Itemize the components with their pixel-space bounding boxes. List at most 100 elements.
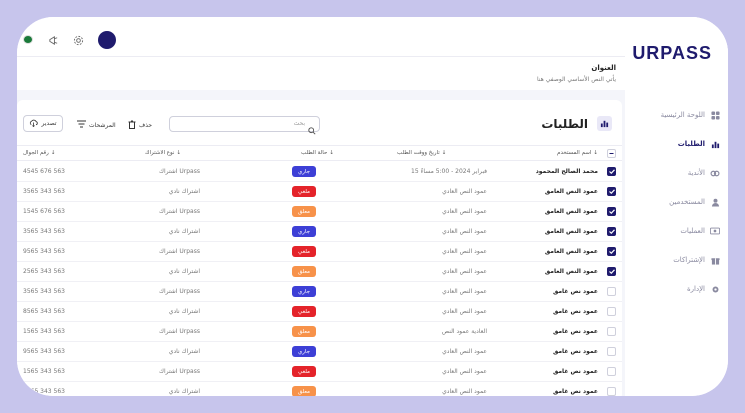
status-badge: ملغي [292,306,316,317]
table-row[interactable]: عمود نص غامق العادية عمود النص معلق اشتراك … [17,322,622,342]
row-checkbox[interactable] [607,247,616,256]
chart-icon [597,116,612,131]
col-phone[interactable]: رقم الجوال ↓ [23,150,55,156]
cell-date-time: العادية عمود النص [441,328,487,335]
cell-subscription-type: اشتراك نادي [168,308,200,315]
cell-user-name: عمود النص الغامق [544,188,598,195]
delete-button[interactable]: حذف [128,120,152,131]
table-row[interactable]: محمد الصالح المحمود 15 فبراير 2024 - 5:00… [17,162,622,182]
row-checkbox[interactable] [607,287,616,296]
arrow-down-icon: ↓ [593,150,598,156]
megaphone-icon[interactable] [46,33,60,47]
money-icon [710,226,720,236]
sidebar-item-dashboard[interactable]: اللوحة الرئيسية [630,107,720,123]
cell-phone: 3565 343 563 [23,228,65,235]
chart-icon [710,139,720,149]
table-row[interactable]: عمود النص الغامق عمود النص العادي ملغي اشتر… [17,182,622,202]
row-checkbox[interactable] [607,187,616,196]
cell-date-time: عمود النص العادي [442,308,487,315]
row-checkbox[interactable] [607,227,616,236]
row-checkbox[interactable] [607,387,616,396]
table-row[interactable]: عمود النص الغامق عمود النص العادي معلق اشتر… [17,202,622,222]
cell-user-name: عمود النص الغامق [544,208,598,215]
dashboard-icon [710,110,720,120]
cell-user-name: عمود نص غامق [552,348,598,355]
cell-phone: 9565 343 563 [23,348,65,355]
filters-button[interactable]: المرشحات [77,120,116,130]
status-badge: معلق [292,266,316,277]
sidebar-item-user[interactable]: المستخدمين [630,194,720,210]
col-status[interactable]: حالة الطلب ↓ [301,150,334,156]
row-checkbox[interactable] [607,327,616,336]
sidebar-item-chart[interactable]: الطلبات [630,136,720,152]
sidebar-item-label: الإشتراكات [673,256,705,264]
cell-date-time: عمود النص العادي [442,228,487,235]
delete-label: حذف [139,122,153,129]
status-badge: معلق [292,206,316,217]
row-checkbox[interactable] [607,367,616,376]
cell-date-time: عمود النص العادي [442,368,487,375]
row-checkbox[interactable] [607,307,616,316]
link-icon [710,168,720,178]
table-row[interactable]: عمود نص غامق عمود النص العادي ملغي اشتراك U… [17,362,622,382]
cell-phone: 1545 676 563 [23,208,65,215]
gear-icon[interactable] [71,33,85,47]
page-subtitle: يأتي النص الأساسي الوصفي هنا [537,76,616,83]
table-row[interactable]: عمود نص غامق عمود النص العادي جاري اشتراك ن… [17,342,622,362]
table-row[interactable]: عمود النص الغامق عمود النص العادي جاري اشتر… [17,222,622,242]
cell-date-time: عمود النص العادي [442,288,487,295]
sidebar-item-label: الأندية [687,169,705,177]
select-all-checkbox[interactable] [607,149,616,158]
table-row[interactable]: عمود النص الغامق عمود النص العادي معلق اشتر… [17,262,622,282]
row-checkbox[interactable] [607,167,616,176]
status-badge: معلق [292,326,316,337]
sidebar: URPASS اللوحة الرئيسية الطلبات الأندية المس… [625,17,728,396]
cell-subscription-type: اشتراك نادي [168,348,200,355]
table-row[interactable]: عمود نص غامق عمود النص العادي ملغي اشتراك ن… [17,302,622,322]
cell-phone: 1565 343 563 [23,328,65,335]
cell-date-time: عمود النص العادي [442,348,487,355]
cell-user-name: عمود النص الغامق [544,248,598,255]
sidebar-item-money[interactable]: العمليات [630,223,720,239]
cell-phone: 3565 343 563 [23,288,65,295]
table-row[interactable]: عمود النص الغامق عمود النص العادي ملغي اشتر… [17,242,622,262]
cell-date-time: 15 فبراير 2024 - 5:00 مساءً [411,168,487,175]
cell-subscription-type: اشتراك Urpass [159,288,200,295]
col-subscription-type[interactable]: نوع الاشتراك ↓ [145,150,181,156]
cell-subscription-type: اشتراك Urpass [159,208,200,215]
cell-subscription-type: اشتراك نادي [168,228,200,235]
row-checkbox[interactable] [607,207,616,216]
row-checkbox[interactable] [607,267,616,276]
sidebar-item-gift[interactable]: الإشتراكات [630,252,720,268]
sidebar-item-link[interactable]: الأندية [630,165,720,181]
cell-subscription-type: اشتراك Urpass [159,328,200,335]
gift-icon [710,255,720,265]
cell-user-name: عمود نص غامق [552,388,598,395]
arrow-down-icon: ↓ [176,150,182,156]
search-input[interactable]: بحث [169,116,320,135]
cell-phone: 9565 343 563 [23,248,65,255]
col-user-name[interactable]: اسم المستخدم ↓ [557,150,598,156]
col-date-time[interactable]: تاريخ ووقت الطلب ↓ [397,150,446,156]
row-checkbox[interactable] [607,347,616,356]
filter-icon [77,120,86,130]
flag-icon[interactable] [23,35,33,44]
export-label: تصدير [41,120,57,127]
avatar[interactable] [98,31,116,49]
export-button[interactable]: تصدير [23,115,63,132]
cell-user-name: عمود نص غامق [552,328,598,335]
sidebar-item-label: الطلبات [677,140,705,148]
table-row[interactable]: عمود نص غامق عمود النص العادي جاري اشتراك U… [17,282,622,302]
user-icon [710,197,720,207]
cell-date-time: عمود النص العادي [442,268,487,275]
page-title: العنوان [591,64,616,72]
logo: URPASS [632,43,712,63]
cell-subscription-type: اشتراك نادي [168,188,200,195]
cell-date-time: عمود النص العادي [442,388,487,395]
cell-phone: 4545 676 563 [23,168,65,175]
cell-subscription-type: اشتراك نادي [168,388,200,395]
table-row[interactable]: عمود نص غامق عمود النص العادي معلق اشتراك ن… [17,382,622,396]
sidebar-item-label: المستخدمين [669,198,705,206]
sidebar-item-gear[interactable]: الإدارة [630,281,720,297]
status-badge: ملغي [292,246,316,257]
